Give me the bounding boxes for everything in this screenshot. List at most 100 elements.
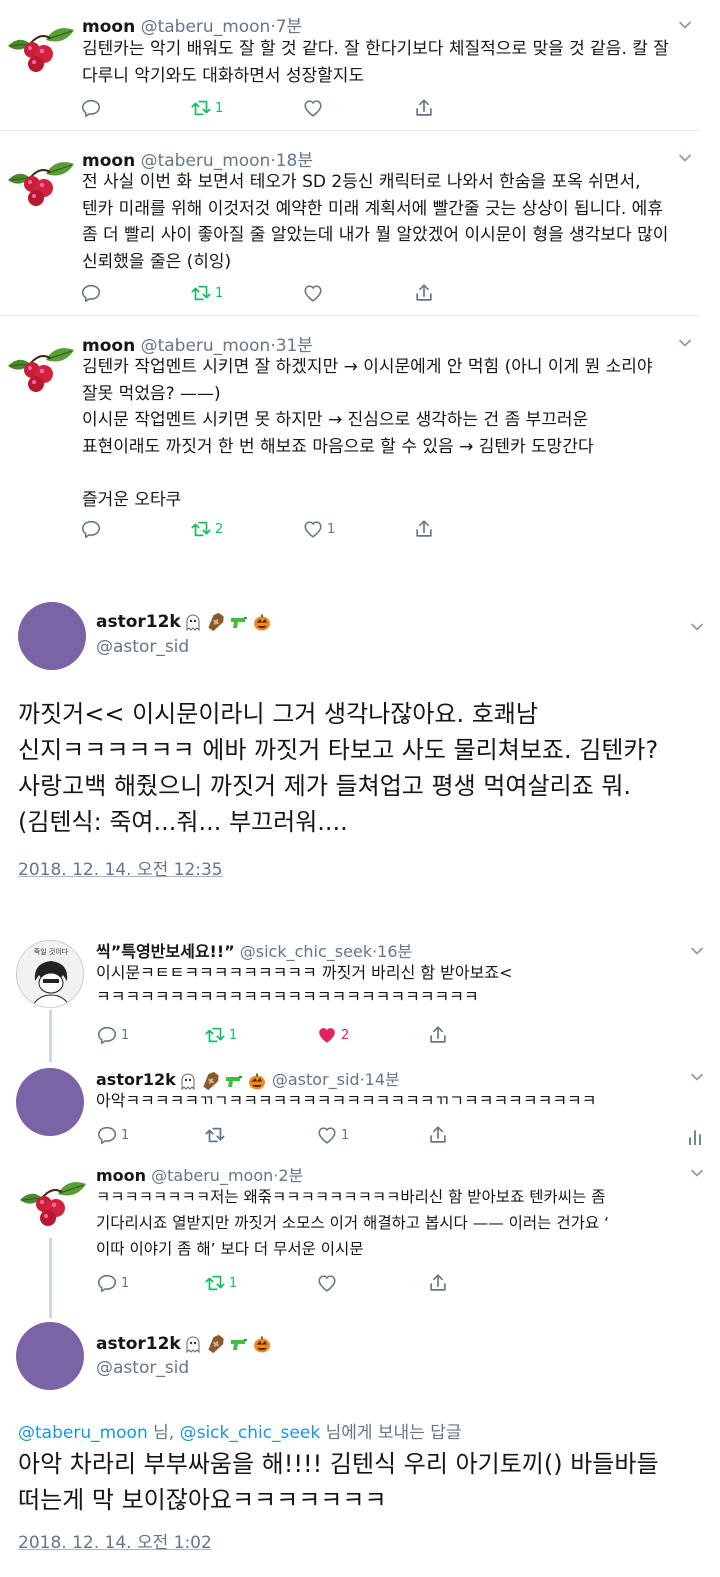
user-handle[interactable]: @taberu_moon (151, 1166, 273, 1185)
chevron-down-icon[interactable] (678, 336, 692, 350)
coffin-icon (203, 1071, 219, 1090)
reply-button[interactable]: 1 (96, 1272, 129, 1294)
berry-avatar-icon[interactable] (6, 24, 76, 74)
timestamp[interactable]: 18분 (276, 151, 313, 171)
retweet-count: 1 (215, 285, 224, 301)
like-button[interactable] (302, 97, 327, 119)
share-icon (427, 1272, 449, 1294)
display-name[interactable]: astor12k (96, 1334, 181, 1354)
share-button[interactable] (427, 1024, 449, 1046)
chevron-down-icon[interactable] (690, 1166, 704, 1180)
reply-1[interactable]: 죽일 것이다 씩”특영반보세요!!” @sick_chic_seek·16분 이… (0, 928, 720, 1058)
retweet-count: 1 (215, 100, 224, 116)
reply-3[interactable]: moon @taberu_moon·2분 ㅋㅋㅋㅋㅋㅋㅋㅋ저는 왜죾ㅋㅋㅋㅋㅋㅋ… (0, 1158, 720, 1308)
retweet-count: 1 (229, 1275, 238, 1291)
chevron-down-icon[interactable] (678, 151, 692, 165)
avatar[interactable]: 죽일 것이다 (16, 940, 84, 1008)
reply-to-user-link[interactable]: @sick_chic_seek (180, 1423, 321, 1443)
coffin-icon (208, 612, 224, 632)
water-pistol-icon (225, 1075, 242, 1087)
retweet-icon (204, 1124, 226, 1146)
tweet-date[interactable]: 2018. 12. 14. 오전 12:35 (18, 855, 223, 880)
thread-connector (49, 1238, 52, 1318)
display-name[interactable]: astor12k (96, 612, 181, 632)
tweet-header: 씩”특영반보세요!!” @sick_chic_seek·16분 (96, 938, 412, 962)
reply-to-user-link[interactable]: @taberu_moon (18, 1423, 148, 1443)
timestamp[interactable]: 16분 (377, 942, 412, 961)
retweet-button[interactable] (204, 1124, 229, 1146)
tweet-text: 아악ㅋㅋㅋㅋㅋㄲㄱㅋㅋㅋㅋㅋㅋㅋㅋㅋㅋㅋㅋㅋㅋㄲㄱㅋㅋㅋㅋㅋㅋㅋㅋㅋ (96, 1091, 597, 1110)
tweet-date[interactable]: 2018. 12. 14. 오전 1:02 (18, 1528, 212, 1553)
avatar-caption: 죽일 것이다 (34, 947, 69, 956)
share-button[interactable] (413, 282, 435, 304)
tweet-1[interactable]: moon @taberu_moon·7분 김텐카는 악기 배워도 잘 할 것 같… (0, 0, 720, 131)
display-name[interactable]: moon (82, 336, 135, 356)
chevron-down-icon[interactable] (690, 1070, 704, 1084)
reply-button[interactable] (80, 518, 105, 540)
share-icon (427, 1024, 449, 1046)
like-count: 1 (341, 1127, 350, 1143)
display-name[interactable]: moon (82, 17, 135, 37)
timestamp[interactable]: 7분 (276, 17, 302, 37)
share-button[interactable] (413, 97, 435, 119)
display-name[interactable]: moon (82, 151, 135, 171)
like-button[interactable]: 2 (316, 1024, 349, 1046)
user-handle[interactable]: @taberu_moon (141, 151, 271, 171)
user-handle[interactable]: @astor_sid (96, 637, 189, 657)
display-name[interactable]: moon (96, 1166, 146, 1185)
like-button[interactable]: 1 (302, 518, 335, 540)
tweet-text: 아악 차라리 부부싸움을 해!!!! 김텐식 우리 아기토끼() 바들바들 떠는… (18, 1450, 659, 1514)
tweet-header: moon @taberu_moon·31분 (82, 331, 313, 356)
ghost-icon (181, 1073, 195, 1090)
retweet-button[interactable]: 1 (204, 1024, 237, 1046)
jack-o-lantern-icon (248, 1073, 265, 1089)
retweet-button[interactable]: 1 (190, 282, 223, 304)
tweet-header: moon @taberu_moon·18분 (82, 146, 313, 171)
reply-2[interactable]: astor12k @astor_sid·14분 아악ㅋㅋㅋㅋㅋㄲㄱㅋㅋㅋㅋㅋㅋㅋ… (0, 1058, 720, 1158)
timestamp[interactable]: 14분 (365, 1070, 400, 1089)
reply-icon (96, 1024, 118, 1046)
share-button[interactable] (427, 1272, 449, 1294)
jack-o-lantern-icon (253, 614, 270, 631)
avatar[interactable] (16, 1068, 84, 1136)
share-button[interactable] (427, 1124, 449, 1146)
retweet-button[interactable]: 1 (204, 1272, 237, 1294)
like-icon (316, 1272, 338, 1294)
retweet-icon (190, 282, 212, 304)
reply-button[interactable]: 1 (96, 1024, 129, 1046)
reply-button[interactable] (80, 97, 105, 119)
retweet-button[interactable]: 2 (190, 518, 223, 540)
berry-avatar-icon[interactable] (18, 1178, 88, 1228)
user-handle[interactable]: @astor_sid (96, 1358, 189, 1378)
reply-button[interactable]: 1 (96, 1124, 129, 1146)
berry-avatar-icon[interactable] (6, 158, 76, 208)
tweet-header: moon @taberu_moon·7분 (82, 12, 302, 37)
like-button[interactable]: 1 (316, 1124, 349, 1146)
chevron-down-icon[interactable] (690, 944, 704, 958)
display-name[interactable]: 씩”특영반보세요!!” (96, 942, 235, 961)
user-handle[interactable]: @astor_sid (272, 1070, 360, 1089)
chevron-down-icon[interactable] (690, 620, 704, 634)
display-name[interactable]: astor12k (96, 1070, 176, 1089)
analytics-icon[interactable] (688, 1129, 702, 1145)
main-tweet: astor12k @astor_sid 까짓거<< 이시문이라니 그거 생각나잖… (0, 590, 720, 890)
retweet-icon (190, 97, 212, 119)
tweet-header: moon @taberu_moon·2분 (96, 1162, 303, 1186)
user-handle[interactable]: @sick_chic_seek (240, 942, 372, 961)
like-button[interactable] (302, 282, 327, 304)
like-button[interactable] (316, 1272, 341, 1294)
user-handle[interactable]: @taberu_moon (141, 336, 271, 356)
reply-button[interactable] (80, 282, 105, 304)
tweet-3[interactable]: moon @taberu_moon·31분 김텐카 작업멘트 시키면 잘 하겠지… (0, 316, 720, 556)
user-handle[interactable]: @taberu_moon (141, 17, 271, 37)
chevron-down-icon[interactable] (678, 18, 692, 32)
retweet-button[interactable]: 1 (190, 97, 223, 119)
timestamp[interactable]: 31분 (276, 336, 313, 356)
avatar[interactable] (18, 602, 86, 670)
berry-avatar-icon[interactable] (6, 344, 76, 394)
avatar[interactable] (16, 1322, 84, 1390)
share-button[interactable] (413, 518, 435, 540)
tweet-2[interactable]: moon @taberu_moon·18분 전 사실 이번 화 보면서 테오가 … (0, 131, 720, 316)
timestamp[interactable]: 2분 (278, 1166, 303, 1185)
water-pistol-icon (230, 617, 247, 628)
